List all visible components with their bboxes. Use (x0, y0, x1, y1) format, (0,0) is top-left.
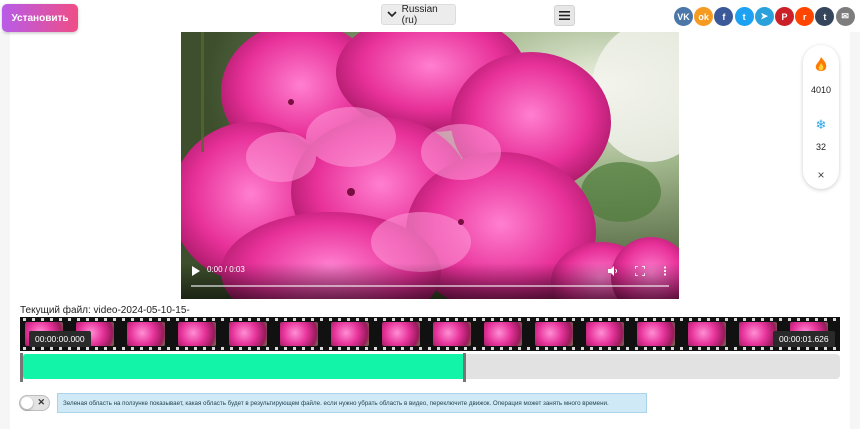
film-frame-thumbnail (229, 322, 267, 346)
video-frame-flowers (181, 32, 679, 299)
fullscreen-icon[interactable] (635, 266, 645, 276)
film-frame-thumbnail (331, 322, 369, 346)
fire-icon[interactable] (803, 57, 839, 78)
language-select[interactable]: Russian (ru) (381, 3, 456, 26)
install-button[interactable]: Установить (2, 4, 78, 32)
fire-count: 4010 (810, 85, 832, 95)
vk-icon[interactable]: VK (674, 7, 693, 26)
video-progress-bar[interactable] (191, 285, 669, 287)
video-time: 0:00 / 0:03 (207, 265, 245, 274)
filmstrip[interactable] (20, 317, 840, 351)
film-frame-thumbnail (484, 322, 522, 346)
more-options-icon[interactable] (663, 266, 667, 276)
snowflake-icon[interactable]: ❄ (803, 117, 839, 133)
film-frame-thumbnail (586, 322, 624, 346)
language-label: Russian (ru) (401, 3, 438, 26)
film-perforations-bottom (20, 347, 840, 350)
film-frame-thumbnail (433, 322, 471, 346)
toggle-knob (21, 397, 33, 409)
video-player[interactable]: 0:00 / 0:03 (181, 32, 679, 299)
pinterest-icon[interactable]: P (775, 7, 794, 26)
end-time-label: 00:00:01.626 (773, 331, 835, 347)
current-file-label: Текущий файл: video-2024-05-10-15- (20, 305, 190, 316)
trim-range-slider[interactable] (20, 353, 840, 382)
film-frame-thumbnail (382, 322, 420, 346)
film-frame-thumbnail (178, 322, 216, 346)
video-controls (181, 263, 679, 299)
email-icon[interactable]: ✉ (835, 7, 855, 26)
film-frame-thumbnail (637, 322, 675, 346)
play-icon[interactable] (191, 266, 201, 276)
chevron-down-icon (382, 11, 402, 18)
volume-icon[interactable] (608, 266, 618, 276)
twitter-icon[interactable]: t (734, 7, 754, 26)
snow-count: 32 (815, 142, 826, 152)
menu-icon (559, 11, 570, 20)
film-frame-thumbnail (280, 322, 318, 346)
start-time-label: 00:00:00.000 (29, 331, 91, 347)
telegram-icon[interactable]: ➤ (754, 7, 774, 26)
invert-selection-toggle[interactable]: ✕ (19, 395, 50, 411)
hamburger-menu-button[interactable] (554, 5, 575, 26)
close-panel-button[interactable]: × (803, 168, 839, 182)
film-frame-thumbnail (127, 322, 165, 346)
range-end-handle[interactable] (462, 353, 466, 382)
close-x-icon: ✕ (37, 397, 45, 407)
film-perforations-top (20, 318, 840, 321)
stats-panel: 4010 ❄ 32 × (803, 45, 839, 189)
selected-range (23, 354, 463, 379)
film-frame-thumbnail (739, 322, 777, 346)
film-frame-thumbnail (535, 322, 573, 346)
range-start-handle[interactable] (20, 353, 23, 382)
film-frame-thumbnail (688, 322, 726, 346)
hint-message: Зеленая область на ползунке показывает, … (57, 393, 647, 413)
